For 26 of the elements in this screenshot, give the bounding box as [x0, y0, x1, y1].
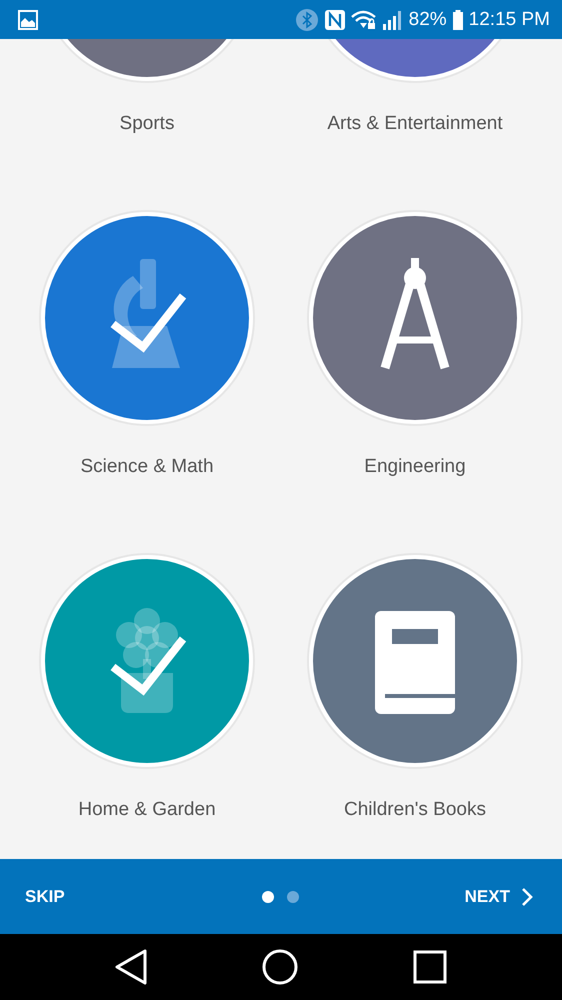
recents-icon[interactable] — [413, 950, 447, 984]
home-icon[interactable] — [262, 949, 298, 985]
category-label: Children's Books — [344, 799, 486, 821]
category-label: Arts & Entertainment — [327, 113, 503, 135]
category-label: Engineering — [364, 456, 466, 478]
category-label: Science & Math — [80, 456, 214, 478]
clock: 12:15 PM — [468, 8, 550, 30]
compass-icon — [380, 258, 450, 372]
flower-icon — [116, 608, 178, 713]
checkmark-icon — [110, 636, 186, 696]
image-icon — [17, 8, 39, 30]
back-icon[interactable] — [115, 949, 147, 985]
bluetooth-icon — [294, 8, 319, 32]
category-label: Home & Garden — [78, 799, 216, 821]
battery-percent: 82% — [408, 8, 447, 30]
book-icon — [375, 611, 455, 714]
chevron-right-icon — [520, 886, 534, 906]
nfc-icon — [324, 8, 346, 30]
microscope-icon — [112, 259, 180, 368]
wifi-icon — [350, 8, 377, 30]
battery-icon — [452, 8, 464, 30]
category-label: Sports — [120, 113, 174, 135]
skip-button[interactable]: SKIP — [25, 886, 65, 906]
checkmark-icon — [110, 294, 186, 353]
signal-icon — [382, 8, 404, 30]
next-button[interactable]: NEXT — [464, 886, 534, 906]
